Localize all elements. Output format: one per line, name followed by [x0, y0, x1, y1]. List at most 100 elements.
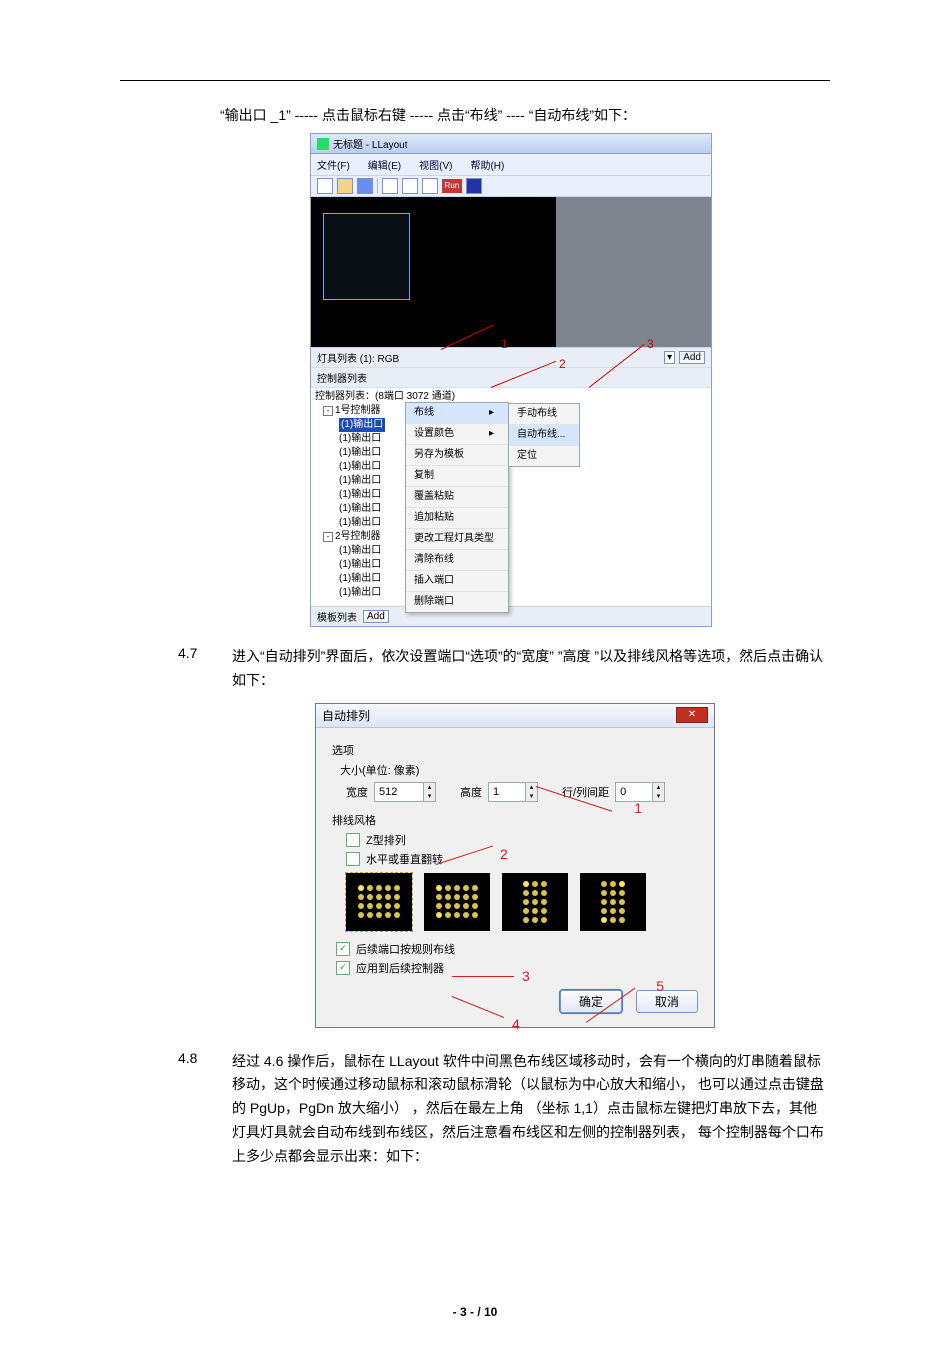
dlg-mark-2: 2 — [500, 846, 508, 862]
menubar: 文件(F) 编辑(E) 视图(V) 帮助(H) — [311, 154, 711, 176]
checkbox-hv[interactable] — [346, 852, 360, 866]
chevron-right-icon: ▸ — [489, 427, 494, 441]
context-menu[interactable]: 布线▸ 手动布线 自动布线... 定位 设置颜色▸ 另存为模板 复制 覆盖粘贴 … — [405, 402, 509, 613]
mark-2: 2 — [559, 357, 566, 371]
mark-1: 1 — [501, 337, 508, 351]
size-label: 大小(单位: 像素) — [340, 762, 698, 778]
ctx-item-clear[interactable]: 清除布线 — [406, 550, 508, 571]
checkbox-follow-port-label: 后续端口按规则布线 — [356, 941, 455, 957]
section-number-48: 4.8 — [178, 1050, 210, 1169]
new-icon[interactable] — [317, 178, 333, 194]
gap-spinner[interactable]: ▴▾ — [615, 782, 665, 802]
spin-down-icon[interactable]: ▾ — [652, 792, 664, 801]
collapse-icon[interactable]: - — [323, 532, 333, 542]
tree-port[interactable]: (1)输出口 — [315, 488, 707, 502]
canvas-area[interactable] — [311, 197, 711, 347]
ctx-item-save-tpl[interactable]: 另存为模板 — [406, 445, 508, 466]
template-list-label: 模板列表 — [317, 609, 357, 624]
spin-down-icon[interactable]: ▾ — [423, 792, 435, 801]
window-title: 无标题 - LLayout — [333, 136, 407, 151]
mark-3: 3 — [647, 337, 654, 351]
redo-icon[interactable] — [402, 178, 418, 194]
style-tile-2[interactable] — [424, 873, 490, 931]
instruction-line: “输出口 _1” ----- 点击鼠标右键 ----- 点击“布线” ---- … — [220, 105, 830, 125]
app-icon — [317, 138, 329, 150]
tree-port[interactable]: (1)输出口 — [315, 502, 707, 516]
spin-up-icon[interactable]: ▴ — [652, 783, 664, 792]
cancel-button[interactable]: 取消 — [636, 990, 698, 1013]
checkbox-follow-port[interactable]: ✓ — [336, 942, 350, 956]
height-spinner[interactable]: ▴▾ — [488, 782, 538, 802]
ctx-item-delete[interactable]: 删除端口 — [406, 592, 508, 612]
ctx-item-paste-ap[interactable]: 追加粘贴 — [406, 508, 508, 529]
template-add-button[interactable]: Add — [363, 610, 389, 623]
chevron-right-icon: ▸ — [489, 406, 494, 420]
ctx-item-insert[interactable]: 插入端口 — [406, 571, 508, 592]
tree-port[interactable]: (1)输出口 — [315, 474, 707, 488]
height-input[interactable] — [489, 783, 525, 801]
dialog-title: 自动排列 — [322, 707, 370, 724]
screenshot-llayout: 无标题 - LLayout 文件(F) 编辑(E) 视图(V) 帮助(H) Ru… — [310, 133, 712, 627]
ctx-item-paste-ov[interactable]: 覆盖粘贴 — [406, 487, 508, 508]
page-footer: - 3 - / 10 — [0, 1305, 950, 1319]
spin-up-icon[interactable]: ▴ — [423, 783, 435, 792]
rect-icon[interactable] — [422, 178, 438, 194]
ctx-sub-auto[interactable]: 自动布线... — [509, 425, 579, 446]
style-tile-4[interactable] — [580, 873, 646, 931]
ok-button[interactable]: 确定 — [560, 990, 622, 1013]
open-icon[interactable] — [337, 178, 353, 194]
lamp-list-dropdown[interactable]: ▾ — [664, 351, 675, 364]
section-number-47: 4.7 — [178, 645, 210, 693]
width-label: 宽度 — [346, 784, 368, 800]
width-spinner[interactable]: ▴▾ — [374, 782, 436, 802]
checkbox-apply-ctrl-label: 应用到后续控制器 — [356, 960, 444, 976]
ctx-item-copy[interactable]: 复制 — [406, 466, 508, 487]
controller-tree[interactable]: 控制器列表：(8端口 3072 通道) -1号控制器 (1)输出口 (1)输出口… — [311, 388, 711, 606]
collapse-icon[interactable]: - — [323, 406, 333, 416]
section-body-47: 进入“自动排列”界面后，依次设置端口“选项”的“宽度” ”高度 ”以及排线风格等… — [232, 645, 830, 693]
dialog-titlebar: 自动排列 ✕ — [316, 704, 714, 728]
ctx-item-color[interactable]: 设置颜色▸ — [406, 424, 508, 445]
height-label: 高度 — [460, 784, 482, 800]
tree-port[interactable]: (1)输出口 — [315, 586, 707, 600]
separator — [377, 179, 378, 193]
width-input[interactable] — [375, 783, 423, 801]
stop-icon[interactable] — [466, 178, 482, 194]
screenshot-auto-arrange-dialog: 自动排列 ✕ 选项 大小(单位: 像素) 宽度 ▴▾ 高度 ▴▾ 行/列间距 — [315, 703, 715, 1028]
options-label: 选项 — [332, 742, 698, 758]
lamp-list-label: 灯具列表 (1): RGB — [317, 350, 399, 365]
tree-ctrl-2[interactable]: -2号控制器 — [315, 530, 707, 544]
tree-port[interactable]: (1)输出口 — [315, 572, 707, 586]
checkbox-z[interactable] — [346, 833, 360, 847]
menu-file[interactable]: 文件(F) — [317, 157, 350, 172]
dlg-mark-1: 1 — [634, 800, 642, 816]
style-tiles — [346, 873, 698, 931]
gap-input[interactable] — [616, 783, 652, 801]
run-button[interactable]: Run — [442, 179, 462, 193]
menu-view[interactable]: 视图(V) — [419, 157, 452, 172]
checkbox-apply-ctrl[interactable]: ✓ — [336, 961, 350, 975]
ctx-item-routing[interactable]: 布线▸ 手动布线 自动布线... 定位 — [406, 403, 508, 424]
ctx-item-change[interactable]: 更改工程灯具类型 — [406, 529, 508, 550]
undo-icon[interactable] — [382, 178, 398, 194]
menu-edit[interactable]: 编辑(E) — [368, 157, 401, 172]
tree-port[interactable]: (1)输出口 — [315, 544, 707, 558]
checkbox-z-label: Z型排列 — [366, 832, 406, 848]
spin-up-icon[interactable]: ▴ — [525, 783, 537, 792]
tree-port[interactable]: (1)输出口 — [315, 516, 707, 530]
style-tile-1[interactable] — [346, 873, 412, 931]
dlg-mark-3: 3 — [522, 968, 530, 984]
ctx-sub-locate[interactable]: 定位 — [509, 446, 579, 466]
save-icon[interactable] — [357, 178, 373, 194]
dlg-mark-4: 4 — [512, 1016, 520, 1032]
context-submenu[interactable]: 手动布线 自动布线... 定位 — [508, 403, 580, 467]
close-icon[interactable]: ✕ — [676, 707, 708, 723]
menu-help[interactable]: 帮助(H) — [470, 157, 504, 172]
header-rule — [120, 80, 830, 81]
style-tile-3[interactable] — [502, 873, 568, 931]
selection-rect[interactable] — [323, 213, 410, 300]
ctx-sub-manual[interactable]: 手动布线 — [509, 404, 579, 425]
tree-port[interactable]: (1)输出口 — [315, 558, 707, 572]
lamp-add-button[interactable]: Add — [679, 351, 705, 364]
spin-down-icon[interactable]: ▾ — [525, 792, 537, 801]
